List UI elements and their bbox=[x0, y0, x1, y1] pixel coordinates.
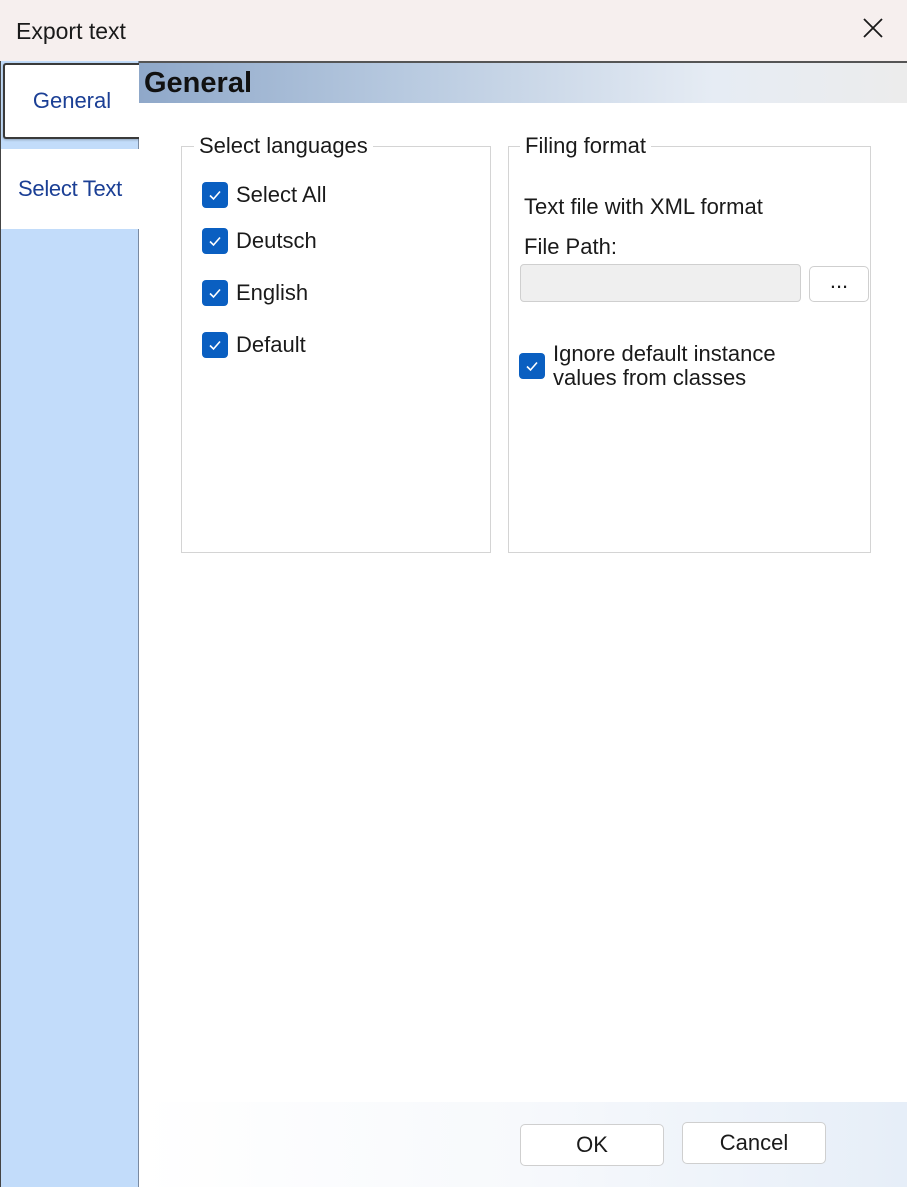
tab-general-label: General bbox=[32, 88, 112, 113]
button-bar: OK Cancel bbox=[139, 1102, 907, 1187]
file-path-input[interactable] bbox=[520, 264, 801, 302]
tab-select-text-label: Select Text bbox=[18, 176, 122, 201]
checkbox-checked[interactable] bbox=[202, 228, 228, 254]
checkbox-english[interactable]: English bbox=[202, 280, 308, 306]
checkmark-icon bbox=[209, 236, 221, 247]
window-title: Export text bbox=[16, 18, 126, 44]
general-panel: General Select languages Select All Deut… bbox=[139, 61, 907, 1187]
checkbox-select-all[interactable]: Select All bbox=[202, 182, 327, 208]
checkbox-ignore-default-values[interactable]: Ignore default instance values from clas… bbox=[519, 342, 793, 390]
checkmark-icon bbox=[209, 190, 221, 201]
section-header: General bbox=[139, 63, 907, 103]
checkbox-checked[interactable] bbox=[202, 280, 228, 306]
export-text-dialog: Export text General Select Text General … bbox=[0, 0, 907, 1187]
checkmark-icon bbox=[526, 361, 538, 372]
sidebar: General Select Text bbox=[0, 61, 139, 1187]
checkbox-label: Deutsch bbox=[236, 228, 317, 253]
checkbox-label: Select All bbox=[236, 182, 327, 207]
format-description: Text file with XML format bbox=[524, 194, 763, 219]
close-button[interactable] bbox=[850, 8, 896, 48]
checkbox-label: English bbox=[236, 280, 309, 305]
checkbox-label: Default bbox=[236, 332, 306, 357]
checkbox-checked[interactable] bbox=[519, 353, 545, 379]
tab-general[interactable]: General bbox=[3, 63, 139, 139]
ignore-default-label: Ignore default instance values from clas… bbox=[553, 341, 776, 390]
file-path-label: File Path: bbox=[524, 234, 617, 259]
checkbox-checked[interactable] bbox=[202, 332, 228, 358]
section-title: General bbox=[144, 67, 252, 99]
select-languages-legend: Select languages bbox=[194, 133, 373, 159]
checkbox-checked[interactable] bbox=[202, 182, 228, 208]
checkmark-icon bbox=[209, 288, 221, 299]
filing-format-legend: Filing format bbox=[520, 133, 652, 159]
filing-format-group: Filing format Text file with XML format … bbox=[508, 133, 871, 553]
close-icon bbox=[863, 18, 883, 38]
select-languages-group: Select languages Select All Deutsch Engl… bbox=[181, 133, 491, 553]
checkbox-deutsch[interactable]: Deutsch bbox=[202, 228, 317, 254]
ok-button[interactable]: OK bbox=[520, 1124, 664, 1166]
title-bar: Export text bbox=[0, 0, 907, 61]
checkmark-icon bbox=[209, 340, 221, 351]
checkbox-default[interactable]: Default bbox=[202, 332, 306, 358]
browse-button[interactable]: ... bbox=[809, 266, 869, 302]
tab-select-text[interactable]: Select Text bbox=[1, 149, 139, 229]
cancel-button[interactable]: Cancel bbox=[682, 1122, 826, 1164]
